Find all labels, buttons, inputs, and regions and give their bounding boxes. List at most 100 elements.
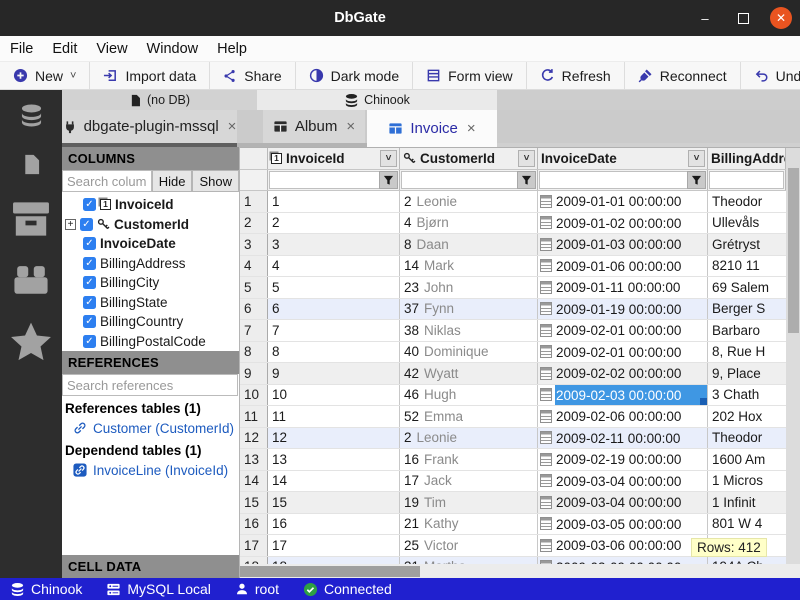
tab-dbgate-plugin-mssql[interactable]: dbgate-plugin-mssql×: [62, 110, 237, 143]
date-editor-icon[interactable]: [540, 453, 552, 466]
row-number-cell[interactable]: 3: [240, 234, 268, 255]
cell-invoiceid[interactable]: 16: [268, 514, 400, 535]
filter-icon[interactable]: [517, 171, 536, 189]
row-number-cell[interactable]: 1: [240, 191, 268, 212]
date-editor-icon[interactable]: [540, 238, 552, 251]
cell-invoiceid[interactable]: 11: [268, 406, 400, 427]
cell-invoicedate[interactable]: 2009-02-19 00:00:00: [538, 449, 708, 470]
cell-billingaddress[interactable]: 1 Micros: [708, 471, 786, 492]
cell-billingaddress[interactable]: 801 W 4: [708, 514, 786, 535]
cell-invoiceid[interactable]: 10: [268, 385, 400, 406]
status-root[interactable]: root: [235, 581, 279, 597]
toolbar-button-undo[interactable]: Undo: [741, 62, 800, 89]
cell-billingaddress[interactable]: 1 Infinit: [708, 492, 786, 513]
cell-customerid[interactable]: 2Leonie: [400, 428, 538, 449]
row-number-cell[interactable]: 5: [240, 277, 268, 298]
checkbox-invoicedate[interactable]: ✓: [83, 237, 96, 250]
tab-group-no-db[interactable]: (no DB): [62, 90, 257, 110]
cell-customerid[interactable]: 25Victor: [400, 535, 538, 556]
toolbar-button-form-view[interactable]: Form view: [413, 62, 527, 89]
row-number-cell[interactable]: 2: [240, 213, 268, 234]
checkbox-billingstate[interactable]: ✓: [83, 296, 96, 309]
cell-billingaddress[interactable]: 1600 Am: [708, 449, 786, 470]
cell-customerid[interactable]: 8Daan: [400, 234, 538, 255]
cell-invoiceid[interactable]: 2: [268, 213, 400, 234]
date-editor-icon[interactable]: [540, 496, 552, 509]
cell-customerid[interactable]: 17Jack: [400, 471, 538, 492]
row-number-cell[interactable]: 12: [240, 428, 268, 449]
cell-billingaddress[interactable]: Theodor: [708, 191, 786, 212]
reference-link-invoiceline-invoiceid[interactable]: InvoiceLine (InvoiceId): [62, 460, 239, 480]
search-columns-input[interactable]: [62, 170, 152, 192]
reference-link-customer-customerid[interactable]: Customer (CustomerId): [62, 418, 239, 438]
date-editor-icon[interactable]: [540, 302, 552, 315]
toolbar-button-refresh[interactable]: Refresh: [527, 62, 625, 89]
maximize-button[interactable]: [732, 7, 754, 29]
cell-billingaddress[interactable]: Berger S: [708, 299, 786, 320]
sidebar-file-icon[interactable]: [25, 158, 38, 174]
cell-invoicedate[interactable]: 2009-01-02 00:00:00: [538, 213, 708, 234]
cell-invoiceid[interactable]: 4: [268, 256, 400, 277]
date-editor-icon[interactable]: [540, 410, 552, 423]
vertical-scrollbar-thumb[interactable]: [788, 168, 799, 333]
toolbar-button-reconnect[interactable]: Reconnect: [625, 62, 741, 89]
date-editor-icon[interactable]: [540, 281, 552, 294]
minimize-button[interactable]: –: [694, 7, 716, 29]
cell-invoiceid[interactable]: 17: [268, 535, 400, 556]
row-number-cell[interactable]: 7: [240, 320, 268, 341]
cell-invoiceid[interactable]: 13: [268, 449, 400, 470]
horizontal-scrollbar[interactable]: [240, 564, 800, 578]
cell-invoicedate[interactable]: 2009-02-06 00:00:00: [538, 406, 708, 427]
row-number-cell[interactable]: 9: [240, 363, 268, 384]
cell-customerid[interactable]: 19Tim: [400, 492, 538, 513]
cell-invoicedate[interactable]: 2009-02-02 00:00:00: [538, 363, 708, 384]
filter-input-customerid[interactable]: [401, 171, 536, 189]
cell-customerid[interactable]: 23John: [400, 277, 538, 298]
cell-invoiceid[interactable]: 9: [268, 363, 400, 384]
tab-close-icon[interactable]: ×: [228, 118, 237, 135]
tab-close-icon[interactable]: ×: [467, 120, 476, 137]
filter-icon[interactable]: [687, 171, 706, 189]
cell-billingaddress[interactable]: 8210 11: [708, 256, 786, 277]
column-menu-chevron-icon[interactable]: ˅: [688, 150, 705, 167]
menu-item-edit[interactable]: Edit: [50, 40, 79, 58]
filter-input-invoicedate[interactable]: [539, 171, 706, 189]
date-editor-icon[interactable]: [540, 388, 552, 401]
menu-item-view[interactable]: View: [94, 40, 129, 58]
column-item-invoicedate[interactable]: ✓InvoiceDate: [62, 234, 239, 254]
cell-invoiceid[interactable]: 5: [268, 277, 400, 298]
cell-billingaddress[interactable]: 202 Hox: [708, 406, 786, 427]
cell-invoiceid[interactable]: 6: [268, 299, 400, 320]
cell-billingaddress[interactable]: 8, Rue H: [708, 342, 786, 363]
checkbox-customerid[interactable]: ✓: [80, 218, 93, 231]
date-editor-icon[interactable]: [540, 345, 552, 358]
cell-billingaddress[interactable]: 9, Place: [708, 363, 786, 384]
column-menu-chevron-icon[interactable]: ˅: [380, 150, 397, 167]
sidebar-favorites-star-icon[interactable]: [17, 328, 45, 359]
cell-billingaddress[interactable]: Grétryst: [708, 234, 786, 255]
date-editor-icon[interactable]: [540, 431, 552, 444]
checkbox-invoiceid[interactable]: ✓: [83, 198, 96, 211]
close-button[interactable]: ✕: [770, 7, 792, 29]
horizontal-scrollbar-thumb[interactable]: [240, 566, 420, 577]
column-item-billingcity[interactable]: ✓BillingCity: [62, 273, 239, 293]
sidebar-database-icon[interactable]: [24, 108, 39, 126]
expand-icon[interactable]: +: [65, 219, 76, 230]
cell-invoicedate[interactable]: 2009-03-06 00:00:00: [538, 535, 708, 556]
cell-customerid[interactable]: 2Leonie: [400, 191, 538, 212]
cell-billingaddress[interactable]: 69 Salem: [708, 277, 786, 298]
row-number-cell[interactable]: 6: [240, 299, 268, 320]
status-connected[interactable]: Connected: [303, 581, 392, 597]
cell-customerid[interactable]: 40Dominique: [400, 342, 538, 363]
column-item-billingaddress[interactable]: ✓BillingAddress: [62, 254, 239, 274]
cell-customerid[interactable]: 21Kathy: [400, 514, 538, 535]
cell-customerid[interactable]: 52Emma: [400, 406, 538, 427]
checkbox-billingcity[interactable]: ✓: [83, 276, 96, 289]
cell-invoiceid[interactable]: 8: [268, 342, 400, 363]
cell-invoicedate[interactable]: 2009-03-04 00:00:00: [538, 471, 708, 492]
cell-invoicedate[interactable]: 2009-01-03 00:00:00: [538, 234, 708, 255]
column-item-invoiceid[interactable]: ✓1InvoiceId: [62, 195, 239, 215]
cell-invoicedate[interactable]: 2009-01-11 00:00:00: [538, 277, 708, 298]
selection-fill-handle[interactable]: [700, 398, 707, 405]
row-number-cell[interactable]: 17: [240, 535, 268, 556]
